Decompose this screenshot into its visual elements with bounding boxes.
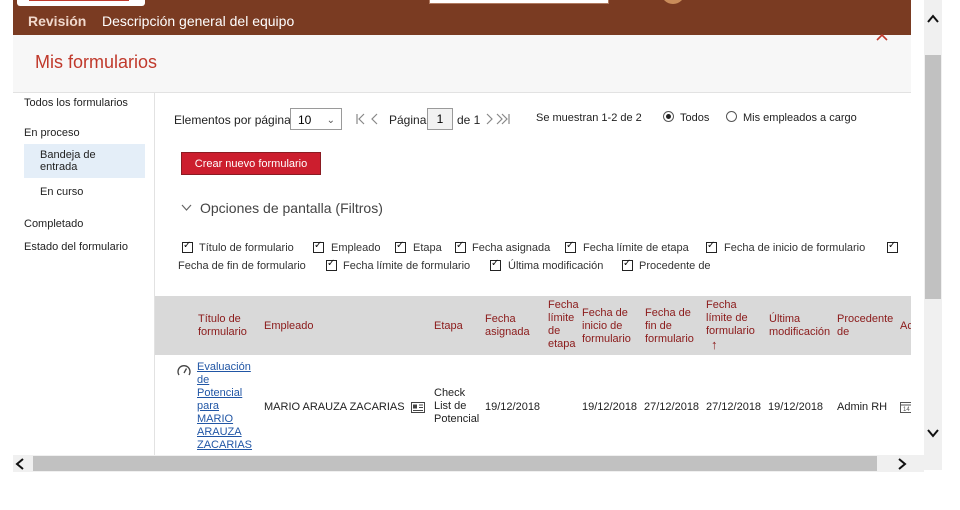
scroll-left-icon[interactable]	[15, 458, 25, 470]
gauge-icon	[177, 365, 191, 376]
assigned-date-value: 19/12/2018	[485, 401, 541, 413]
page-label: Página	[389, 113, 427, 127]
filter-label: Procedente de	[639, 260, 711, 272]
filter-label: Etapa	[413, 242, 442, 254]
items-per-page-select[interactable]: 10 ⌄	[290, 108, 342, 130]
user-avatar[interactable]	[661, 0, 685, 4]
employee-card-icon[interactable]	[411, 402, 425, 413]
vertical-scrollbar[interactable]	[924, 0, 942, 470]
next-last-page-icon[interactable]	[485, 113, 511, 125]
filter-checkbox[interactable]	[326, 258, 337, 271]
column-header-employee[interactable]: Empleado	[264, 320, 314, 333]
column-header-assigned-date[interactable]: Fecha asignada	[485, 313, 537, 339]
stage-value: Check List de Potencial	[434, 387, 480, 425]
start-date-value: 19/12/2018	[582, 401, 638, 413]
vertical-scrollbar-thumb[interactable]	[925, 55, 941, 299]
filter-checkbox[interactable]	[565, 240, 576, 253]
last-modified-value: 19/12/2018	[768, 401, 824, 413]
filter-checkbox[interactable]	[395, 240, 406, 253]
page-number-input[interactable]: 1	[427, 108, 453, 130]
filter-label: Fecha límite de formulario	[343, 260, 471, 272]
filter-checkbox[interactable]	[455, 240, 466, 253]
chevron-up-icon[interactable]	[875, 31, 889, 45]
sidebar: Todos los formularios En proceso Bandeja…	[13, 92, 154, 455]
items-per-page-value: 10	[298, 113, 312, 127]
chevron-down-icon: ⌄	[326, 115, 335, 126]
filter-checkbox[interactable]	[706, 240, 717, 253]
column-header-last-modified[interactable]: Última modificación	[769, 313, 837, 339]
svg-text:14: 14	[903, 407, 910, 413]
sidebar-item-in-progress[interactable]: En proceso	[24, 127, 80, 139]
sidebar-item-inbox[interactable]: Bandeja de entrada	[40, 149, 120, 173]
radio-my-reports[interactable]	[726, 111, 737, 122]
column-header-stage[interactable]: Etapa	[434, 320, 463, 333]
sidebar-item-in-route[interactable]: En curso	[40, 186, 83, 198]
first-prev-page-icon[interactable]	[355, 113, 383, 125]
app-frame: Revisión Descripción general del equipo …	[13, 0, 911, 455]
table-header: Título de formulario Empleado Etapa Fech…	[155, 296, 911, 355]
page-header: Mis formularios	[13, 33, 911, 93]
scroll-down-icon[interactable]	[927, 428, 939, 438]
column-header-from[interactable]: Procedente de	[837, 313, 899, 339]
tab-team-overview[interactable]: Descripción general del equipo	[102, 13, 294, 29]
scroll-up-icon[interactable]	[927, 14, 939, 24]
table-row: Evaluación de Potencial para MARIO ARAUZ…	[155, 355, 911, 455]
filter-label: Fecha de fin de formulario	[178, 260, 306, 272]
column-header-form-due-date[interactable]: Fecha límite de formulario	[706, 299, 762, 338]
filter-label: Empleado	[331, 242, 381, 254]
sidebar-item-completed[interactable]: Completado	[24, 218, 83, 230]
calendar-icon[interactable]: 14	[900, 401, 911, 413]
main-content: Elementos por página 10 ⌄ Página 1 de 1 …	[154, 92, 911, 455]
filter-label: Título de formulario	[199, 242, 294, 254]
radio-my-reports-label[interactable]: Mis empleados a cargo	[743, 112, 857, 124]
top-bar: Revisión Descripción general del equipo	[13, 0, 911, 35]
filter-label: Última modificación	[508, 260, 604, 272]
column-header-actions[interactable]: Acci	[900, 320, 911, 333]
create-form-button[interactable]: Crear nuevo formulario	[181, 152, 321, 175]
end-date-value: 27/12/2018	[644, 401, 700, 413]
column-header-stage-due-date[interactable]: Fecha límite de etapa	[548, 299, 580, 351]
sidebar-item-all-forms[interactable]: Todos los formularios	[24, 97, 128, 109]
filter-label: Fecha de inicio de formulario	[724, 242, 866, 254]
from-value: Admin RH	[837, 401, 888, 413]
chevron-down-icon[interactable]	[181, 204, 192, 212]
global-search-input[interactable]	[429, 0, 609, 4]
scroll-right-icon[interactable]	[897, 458, 907, 470]
radio-all-label[interactable]: Todos	[680, 112, 709, 124]
filter-checkbox[interactable]	[182, 240, 193, 253]
filter-label: Fecha asignada	[472, 242, 551, 254]
filter-label: Fecha límite de etapa	[583, 242, 689, 254]
tab-revision[interactable]: Revisión	[28, 13, 86, 29]
filter-checkbox[interactable]	[887, 240, 898, 253]
filter-checkbox[interactable]	[490, 258, 501, 271]
sort-ascending-icon[interactable]: ↑	[711, 338, 718, 351]
horizontal-scrollbar[interactable]	[13, 455, 924, 472]
filter-checkbox[interactable]	[313, 240, 324, 253]
column-header-title[interactable]: Título de formulario	[198, 313, 258, 339]
company-logo	[17, 0, 145, 6]
radio-all[interactable]	[663, 111, 674, 122]
horizontal-scrollbar-thumb[interactable]	[33, 456, 877, 471]
filter-checkbox[interactable]	[622, 258, 633, 271]
page-of-label: de 1	[457, 113, 481, 127]
column-header-start-date[interactable]: Fecha de inicio de formulario	[582, 307, 640, 346]
items-per-page-label: Elementos por página	[174, 113, 291, 127]
screen-options-toggle[interactable]: Opciones de pantalla (Filtros)	[200, 200, 383, 216]
results-count: Se muestran 1-2 de 2	[536, 112, 642, 124]
form-due-date-value: 27/12/2018	[706, 401, 762, 413]
page-title: Mis formularios	[35, 52, 158, 72]
form-title-link[interactable]: Evaluación de Potencial para MARIO ARAUZ…	[197, 361, 255, 452]
employee-name: MARIO ARAUZA ZACARIAS	[264, 401, 405, 413]
sidebar-item-form-status[interactable]: Estado del formulario	[24, 241, 128, 253]
column-header-end-date[interactable]: Fecha de fin de formulario	[645, 307, 701, 346]
